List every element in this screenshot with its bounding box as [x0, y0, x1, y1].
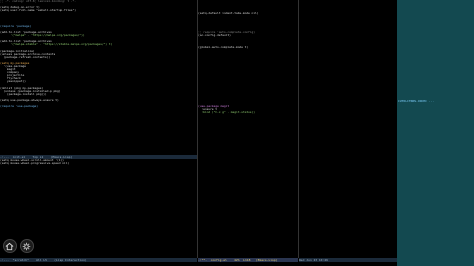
left-modeline: -:--- init.el Top L1 (Emacs-Lisp): [0, 155, 197, 159]
home-icon[interactable]: [2, 239, 17, 253]
terminal-header-line: CUTOLCTRNS-CNCHC ...: [398, 100, 435, 103]
editor-left-pane[interactable]: ;; -*- coding: utf-8; lexical-binding: t…: [0, 0, 197, 155]
settings-icon[interactable]: [19, 239, 34, 253]
editor-right-pane[interactable]: [299, 0, 397, 258]
terminal-output-panel[interactable]: CUTOLCTRNS-CNCHC ...: [397, 0, 474, 266]
terminal-output-lines: CUTOLCTRNS-CNCHC ...: [398, 100, 474, 103]
editor-middle-pane[interactable]: (setq-default indent-tabs-mode nil);; re…: [198, 0, 298, 258]
minibuffer[interactable]: [0, 262, 397, 266]
overlay-controls: [2, 236, 34, 256]
